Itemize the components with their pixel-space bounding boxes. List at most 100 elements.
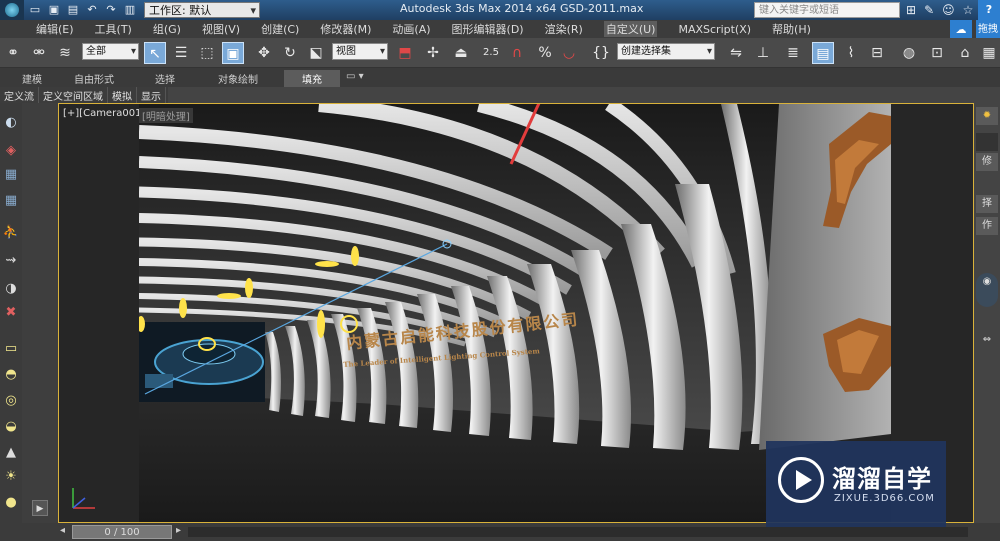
file-name: GSD-2011.max <box>560 2 644 15</box>
menu-edit[interactable]: 编辑(E) <box>36 21 74 37</box>
rect-selection-icon[interactable]: ⬚ <box>196 42 218 64</box>
viewport-shading-label[interactable]: [明暗处理] <box>139 108 193 123</box>
rectangle-icon[interactable]: ▭ <box>1 339 21 359</box>
render-production-icon[interactable]: ▦ <box>978 42 1000 64</box>
seat-grid-icon[interactable]: ▦ <box>1 191 21 211</box>
viewport-label[interactable]: [+][Camera001] <box>63 108 145 119</box>
render-setup-icon[interactable]: ⊡ <box>926 42 948 64</box>
window-crossing-icon[interactable]: ▣ <box>222 42 244 64</box>
link-icon[interactable]: ⚭ <box>2 42 24 64</box>
align-icon[interactable]: ⊥ <box>752 42 774 64</box>
ribbon-options-icon[interactable]: ▭ ▾ <box>346 71 364 82</box>
scene-explorer-icon[interactable]: ▤ <box>812 42 834 64</box>
menu-modifiers[interactable]: 修改器(M) <box>320 21 371 37</box>
tab-populate[interactable]: 填充 <box>284 70 340 87</box>
menu-group[interactable]: 组(G) <box>153 21 181 37</box>
create-tab-icon[interactable]: ✹ <box>976 107 998 125</box>
menu-create[interactable]: 创建(C) <box>261 21 299 37</box>
curve-editor-icon[interactable]: ⌇ <box>840 42 862 64</box>
grid-icon[interactable]: ▦ <box>1 165 21 185</box>
simulate-button[interactable]: 模拟 <box>108 87 137 103</box>
keyboard-shortcut-icon[interactable]: ⏏ <box>450 42 472 64</box>
new-file-icon[interactable]: ▭ <box>27 2 43 18</box>
sun-icon[interactable]: ☀ <box>1 467 21 487</box>
binoculars-icon[interactable]: ⊞ <box>906 3 916 17</box>
shell-icon[interactable]: ◒ <box>1 417 21 437</box>
menu-customize[interactable]: 自定义(U) <box>603 21 658 37</box>
panel-field[interactable] <box>976 133 998 151</box>
define-idle-areas-button[interactable]: 定义空间区域 <box>39 87 108 103</box>
dome-icon[interactable]: ◓ <box>1 365 21 385</box>
rendered-frame-icon[interactable]: ⌂ <box>954 42 976 64</box>
cone-icon[interactable]: ▲ <box>1 443 21 463</box>
edit-named-selection-icon[interactable]: {} <box>590 42 612 64</box>
percent-snap-icon[interactable]: % <box>534 42 556 64</box>
selection-filter-select[interactable]: 全部 <box>82 43 139 60</box>
unlink-icon[interactable]: ⚮ <box>28 42 50 64</box>
menu-tools[interactable]: 工具(T) <box>95 21 132 37</box>
pivot-center-icon[interactable]: ⬒ <box>394 42 416 64</box>
undo-icon[interactable]: ↶ <box>84 2 100 18</box>
mirror-icon[interactable]: ⇋ <box>725 42 747 64</box>
tab-object-paint[interactable]: 对象绘制 <box>218 71 258 86</box>
move-icon[interactable]: ✥ <box>253 42 275 64</box>
open-file-icon[interactable]: ▣ <box>46 2 62 18</box>
modify-tab[interactable]: 修 <box>976 153 998 171</box>
angle-snap-icon[interactable]: ∩ <box>506 42 528 64</box>
sphere-icon[interactable]: ● <box>1 493 21 513</box>
sync-label[interactable]: 拖拽 <box>976 20 1000 40</box>
ramp-icon[interactable]: ◈ <box>1 141 21 161</box>
project-folder-icon[interactable]: ▥ <box>122 2 138 18</box>
menu-help[interactable]: 帮助(H) <box>772 21 811 37</box>
time-slider[interactable]: 0 / 100 <box>72 525 172 539</box>
navigation-wheel-icon[interactable]: ◉ <box>976 273 998 307</box>
define-flows-button[interactable]: 定义流 <box>0 87 39 103</box>
workspace-dropdown[interactable]: 工作区: 默认 <box>144 2 260 19</box>
snap-value[interactable]: 2.5 <box>480 42 502 64</box>
select-object-icon[interactable]: ↖ <box>144 42 166 64</box>
command-panel: ✹ 修 择 作 ◉ ⇔ <box>974 103 1000 541</box>
save-file-icon[interactable]: ▤ <box>65 2 81 18</box>
app-logo-icon[interactable] <box>0 0 24 20</box>
timeline-track[interactable] <box>188 527 968 537</box>
redo-icon[interactable]: ↷ <box>103 2 119 18</box>
cloud-icon[interactable]: ☁ <box>950 20 972 40</box>
display-button[interactable]: 显示 <box>137 87 166 103</box>
bind-spacewarp-icon[interactable]: ≋ <box>54 42 76 64</box>
star-icon[interactable]: ☆ <box>963 3 974 17</box>
named-selection-select[interactable]: 创建选择集 <box>617 43 715 60</box>
reference-coordinate-select[interactable]: 视图 <box>332 43 388 60</box>
tab-modeling[interactable]: 建模 <box>22 71 42 86</box>
tools-icon[interactable]: ✎ <box>924 3 934 17</box>
layer-manager-icon[interactable]: ≣ <box>782 42 804 64</box>
select-by-name-icon[interactable]: ☰ <box>170 42 192 64</box>
menu-maxscript[interactable]: MAXScript(X) <box>678 23 751 36</box>
menu-rendering[interactable]: 渲染(R) <box>545 21 583 37</box>
expand-icon[interactable]: ⇔ <box>976 331 998 349</box>
select-rollout[interactable]: 择 <box>976 195 998 213</box>
action-rollout[interactable]: 作 <box>976 217 998 235</box>
select-manipulate-icon[interactable]: ✢ <box>422 42 444 64</box>
schematic-view-icon[interactable]: ⊟ <box>866 42 888 64</box>
person-icon[interactable]: ⛹ <box>1 223 21 243</box>
next-frame-icon[interactable]: ▸ <box>176 525 181 536</box>
create-flow-icon[interactable]: ◐ <box>1 113 21 133</box>
tab-freeform[interactable]: 自由形式 <box>74 71 114 86</box>
rotate-icon[interactable]: ↻ <box>279 42 301 64</box>
play-icon[interactable]: ▶ <box>32 500 48 516</box>
delete-icon[interactable]: ✖ <box>1 303 21 323</box>
help-button[interactable]: ? <box>978 0 1000 20</box>
ring-icon[interactable]: ◎ <box>1 391 21 411</box>
walk-icon[interactable]: ⇝ <box>1 251 21 271</box>
material-editor-icon[interactable]: ◍ <box>898 42 920 64</box>
menu-graph-editors[interactable]: 图形编辑器(D) <box>452 21 524 37</box>
circle-path-icon[interactable]: ◑ <box>1 279 21 299</box>
spinner-snap-icon[interactable]: ◡ <box>558 42 580 64</box>
tab-selection[interactable]: 选择 <box>155 71 175 86</box>
prev-frame-icon[interactable]: ◂ <box>60 525 65 536</box>
menu-view[interactable]: 视图(V) <box>202 21 240 37</box>
scale-icon[interactable]: ⬕ <box>305 42 327 64</box>
menu-animation[interactable]: 动画(A) <box>392 21 430 37</box>
search-input[interactable]: 键入关键字或短语 <box>754 2 900 18</box>
user-icon[interactable]: ☺ <box>942 3 955 17</box>
